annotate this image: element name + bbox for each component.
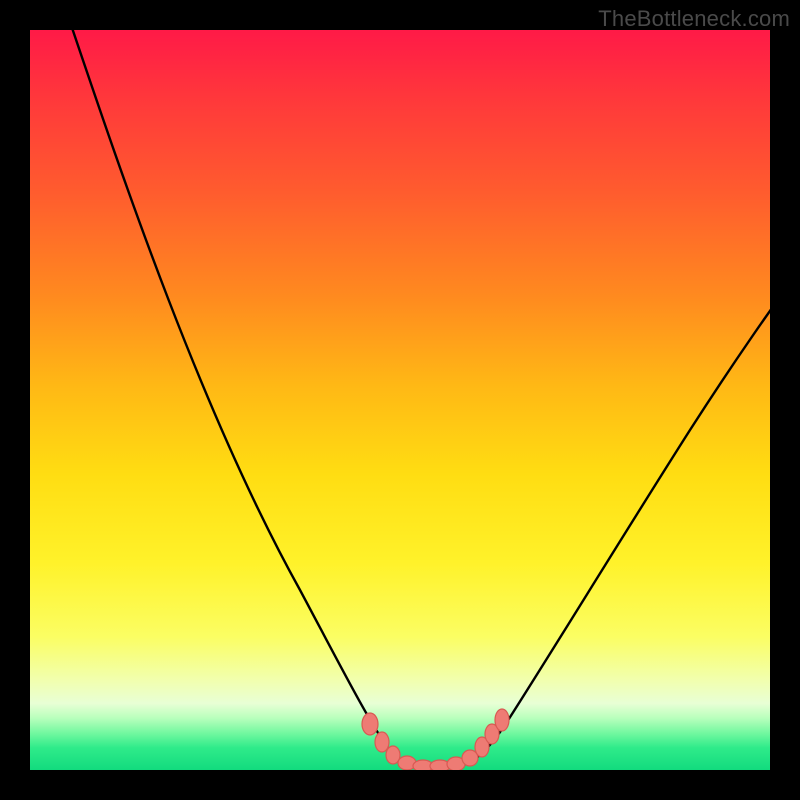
marker: [362, 713, 378, 735]
plot-area: [30, 30, 770, 770]
left-curve: [66, 30, 410, 766]
curves-svg: [30, 30, 770, 770]
marker-group: [362, 709, 509, 770]
marker: [375, 732, 389, 752]
outer-frame: TheBottleneck.com: [0, 0, 800, 800]
right-curve: [460, 255, 770, 766]
watermark-text: TheBottleneck.com: [598, 6, 790, 32]
marker: [495, 709, 509, 731]
